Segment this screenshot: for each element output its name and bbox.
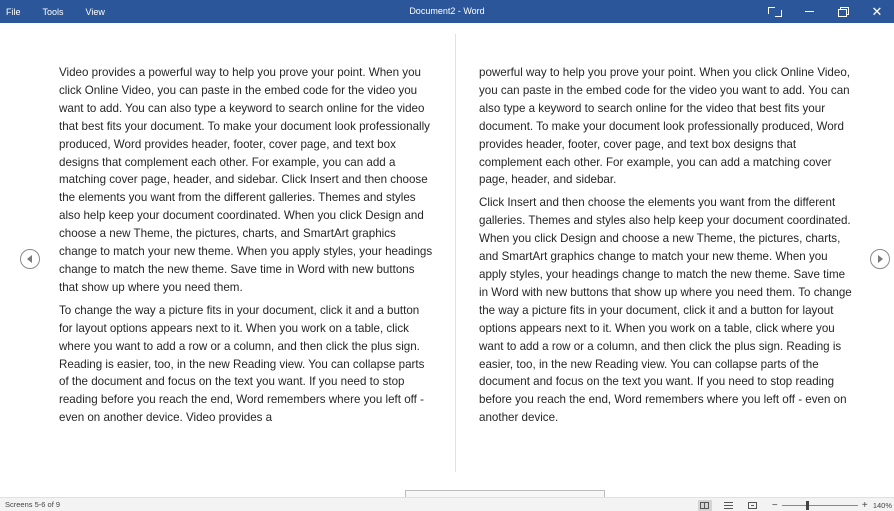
next-screen-button[interactable] [870, 249, 890, 269]
left-page-column: Video provides a powerful way to help yo… [59, 64, 434, 432]
menu-file[interactable]: File [6, 7, 21, 17]
chevron-left-icon [27, 255, 32, 263]
zoom-slider-thumb[interactable] [806, 500, 810, 510]
minimize-icon [804, 11, 814, 12]
menu-view[interactable]: View [86, 7, 105, 17]
menu-bar: File Tools View [6, 0, 127, 23]
print-layout-icon [724, 501, 734, 509]
close-button[interactable]: ✕ [860, 0, 894, 23]
restore-focus-button[interactable] [758, 0, 792, 23]
zoom-level[interactable]: 140% [873, 501, 892, 510]
minimize-button[interactable] [792, 0, 826, 23]
status-right-group: − + 140% [697, 498, 894, 511]
read-mode-button[interactable] [697, 499, 712, 511]
close-icon: ✕ [871, 4, 883, 19]
paragraph: Click Insert and then choose the element… [479, 196, 852, 425]
window-controls: ✕ [758, 0, 894, 23]
paragraph: Video provides a powerful way to help yo… [59, 66, 433, 294]
screen-counter: Screens 5-6 of 9 [5, 500, 61, 509]
restore-icon [838, 7, 849, 17]
web-layout-button[interactable] [746, 500, 760, 511]
reading-view: Video provides a powerful way to help yo… [0, 23, 894, 499]
zoom-slider[interactable] [781, 500, 858, 510]
web-layout-icon [748, 501, 758, 509]
zoom-out-button[interactable]: − [770, 500, 780, 511]
zoom-in-button[interactable]: + [860, 500, 870, 511]
previous-screen-button[interactable] [20, 249, 40, 269]
page-divider [455, 34, 456, 472]
read-mode-icon [700, 501, 710, 509]
print-layout-button[interactable] [722, 500, 736, 511]
status-bar: Screens 5-6 of 9 − + 140% [0, 497, 894, 511]
menu-tools[interactable]: Tools [43, 7, 64, 17]
paragraph: powerful way to help you prove your poin… [479, 66, 850, 187]
chevron-right-icon [878, 255, 883, 263]
paragraph: To change the way a picture fits in your… [59, 303, 425, 425]
title-bar: File Tools View Document2 - Word ✕ [0, 0, 894, 23]
restore-focus-icon [768, 6, 782, 17]
restore-button[interactable] [826, 0, 860, 23]
right-page-column: powerful way to help you prove your poin… [479, 64, 854, 432]
